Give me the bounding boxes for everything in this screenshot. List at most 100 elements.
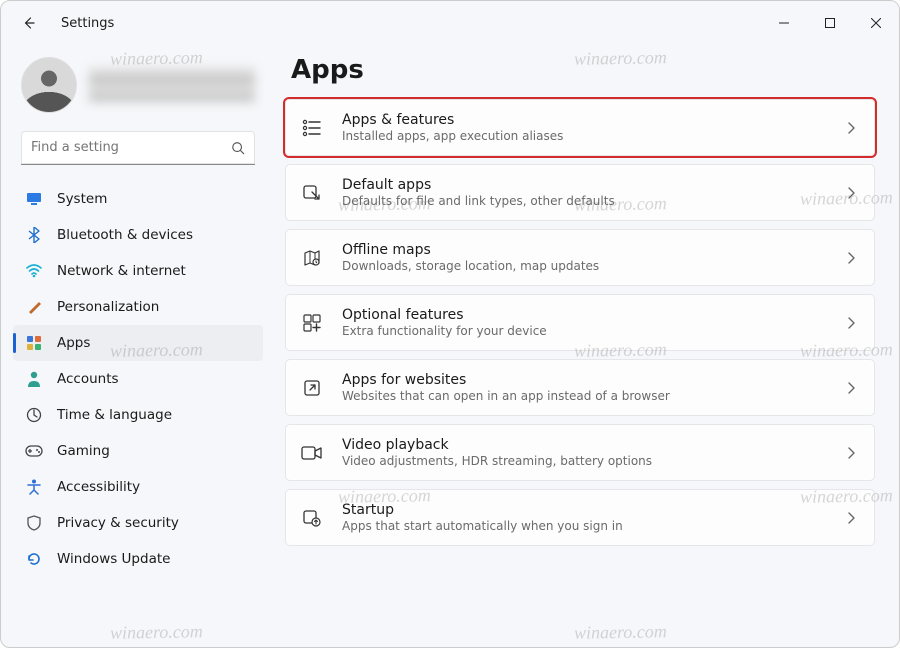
apps-icon xyxy=(25,335,43,351)
titlebar-left: Settings xyxy=(15,9,114,37)
body: System Bluetooth & devices Network & int… xyxy=(1,45,899,647)
row-subtitle: Installed apps, app execution aliases xyxy=(342,129,826,143)
accessibility-icon xyxy=(25,479,43,495)
sidebar-item-network-internet[interactable]: Network & internet xyxy=(13,253,263,289)
row-subtitle: Extra functionality for your device xyxy=(342,324,826,338)
sidebar-item-label: Bluetooth & devices xyxy=(57,227,193,243)
row-title: Default apps xyxy=(342,177,826,193)
chevron-right-icon xyxy=(844,447,858,459)
wifi-icon xyxy=(25,264,43,278)
sidebar-item-personalization[interactable]: Personalization xyxy=(13,289,263,325)
sidebar-item-time-language[interactable]: Time & language xyxy=(13,397,263,433)
sidebar-item-system[interactable]: System xyxy=(13,181,263,217)
list-icon xyxy=(300,116,324,140)
row-texts: Offline maps Downloads, storage location… xyxy=(342,242,826,273)
close-button[interactable] xyxy=(853,7,899,39)
row-offline-maps[interactable]: Offline maps Downloads, storage location… xyxy=(285,229,875,286)
user-block[interactable] xyxy=(9,53,267,121)
chevron-right-icon xyxy=(844,382,858,394)
default-apps-icon xyxy=(300,181,324,205)
main-content: Apps Apps & features Installed apps, app… xyxy=(275,45,899,647)
sidebar-item-label: System xyxy=(57,191,107,207)
row-default-apps[interactable]: Default apps Defaults for file and link … xyxy=(285,164,875,221)
row-apps-features[interactable]: Apps & features Installed apps, app exec… xyxy=(285,99,875,156)
row-texts: Video playback Video adjustments, HDR st… xyxy=(342,437,826,468)
row-title: Video playback xyxy=(342,437,826,453)
add-square-icon xyxy=(300,311,324,335)
row-texts: Startup Apps that start automatically wh… xyxy=(342,502,826,533)
back-button[interactable] xyxy=(15,9,43,37)
row-title: Offline maps xyxy=(342,242,826,258)
row-texts: Default apps Defaults for file and link … xyxy=(342,177,826,208)
row-subtitle: Defaults for file and link types, other … xyxy=(342,194,826,208)
row-subtitle: Video adjustments, HDR streaming, batter… xyxy=(342,454,826,468)
row-subtitle: Downloads, storage location, map updates xyxy=(342,259,826,273)
chevron-right-icon xyxy=(844,512,858,524)
sidebar-item-privacy-security[interactable]: Privacy & security xyxy=(13,505,263,541)
row-startup[interactable]: Startup Apps that start automatically wh… xyxy=(285,489,875,546)
row-title: Apps & features xyxy=(342,112,826,128)
video-icon xyxy=(300,441,324,465)
minimize-icon xyxy=(779,18,789,28)
sidebar-item-label: Accessibility xyxy=(57,479,140,495)
page-title: Apps xyxy=(285,55,875,99)
startup-icon xyxy=(300,506,324,530)
shield-icon xyxy=(25,515,43,531)
chevron-right-icon xyxy=(844,252,858,264)
row-optional-features[interactable]: Optional features Extra functionality fo… xyxy=(285,294,875,351)
chevron-right-icon xyxy=(844,122,858,134)
sidebar-item-label: Personalization xyxy=(57,299,159,315)
person-icon xyxy=(25,371,43,387)
sidebar-item-label: Accounts xyxy=(57,371,119,387)
window-controls xyxy=(761,7,899,39)
gamepad-icon xyxy=(25,445,43,457)
titlebar: Settings xyxy=(1,1,899,45)
chevron-right-icon xyxy=(844,187,858,199)
search-box[interactable] xyxy=(21,131,255,165)
row-video-playback[interactable]: Video playback Video adjustments, HDR st… xyxy=(285,424,875,481)
row-subtitle: Apps that start automatically when you s… xyxy=(342,519,826,533)
user-info-redacted xyxy=(89,68,255,102)
arrow-left-icon xyxy=(21,15,37,31)
sidebar: System Bluetooth & devices Network & int… xyxy=(1,45,275,647)
row-texts: Optional features Extra functionality fo… xyxy=(342,307,826,338)
app-title: Settings xyxy=(61,16,114,31)
sidebar-item-label: Privacy & security xyxy=(57,515,179,531)
maximize-icon xyxy=(825,18,835,28)
map-icon xyxy=(300,246,324,270)
search-icon xyxy=(231,141,245,155)
settings-rows: Apps & features Installed apps, app exec… xyxy=(285,99,875,546)
monitor-icon xyxy=(25,191,43,207)
chevron-right-icon xyxy=(844,317,858,329)
avatar xyxy=(21,57,77,113)
search-input[interactable] xyxy=(31,140,231,155)
row-subtitle: Websites that can open in an app instead… xyxy=(342,389,826,403)
sidebar-item-gaming[interactable]: Gaming xyxy=(13,433,263,469)
sidebar-item-apps[interactable]: Apps xyxy=(13,325,263,361)
sidebar-item-bluetooth-devices[interactable]: Bluetooth & devices xyxy=(13,217,263,253)
sidebar-nav: System Bluetooth & devices Network & int… xyxy=(9,179,267,579)
minimize-button[interactable] xyxy=(761,7,807,39)
sidebar-item-accounts[interactable]: Accounts xyxy=(13,361,263,397)
maximize-button[interactable] xyxy=(807,7,853,39)
bluetooth-icon xyxy=(25,227,43,243)
row-title: Apps for websites xyxy=(342,372,826,388)
update-icon xyxy=(25,551,43,567)
sidebar-item-windows-update[interactable]: Windows Update xyxy=(13,541,263,577)
brush-icon xyxy=(25,299,43,315)
close-icon xyxy=(871,18,881,28)
sidebar-item-accessibility[interactable]: Accessibility xyxy=(13,469,263,505)
sidebar-item-label: Network & internet xyxy=(57,263,186,279)
row-texts: Apps for websites Websites that can open… xyxy=(342,372,826,403)
row-title: Startup xyxy=(342,502,826,518)
sidebar-item-label: Apps xyxy=(57,335,90,351)
sidebar-item-label: Time & language xyxy=(57,407,172,423)
row-title: Optional features xyxy=(342,307,826,323)
settings-window: Settings xyxy=(0,0,900,648)
row-texts: Apps & features Installed apps, app exec… xyxy=(342,112,826,143)
sidebar-item-label: Gaming xyxy=(57,443,110,459)
row-apps-for-websites[interactable]: Apps for websites Websites that can open… xyxy=(285,359,875,416)
open-external-icon xyxy=(300,376,324,400)
clock-globe-icon xyxy=(25,407,43,423)
sidebar-item-label: Windows Update xyxy=(57,551,170,567)
